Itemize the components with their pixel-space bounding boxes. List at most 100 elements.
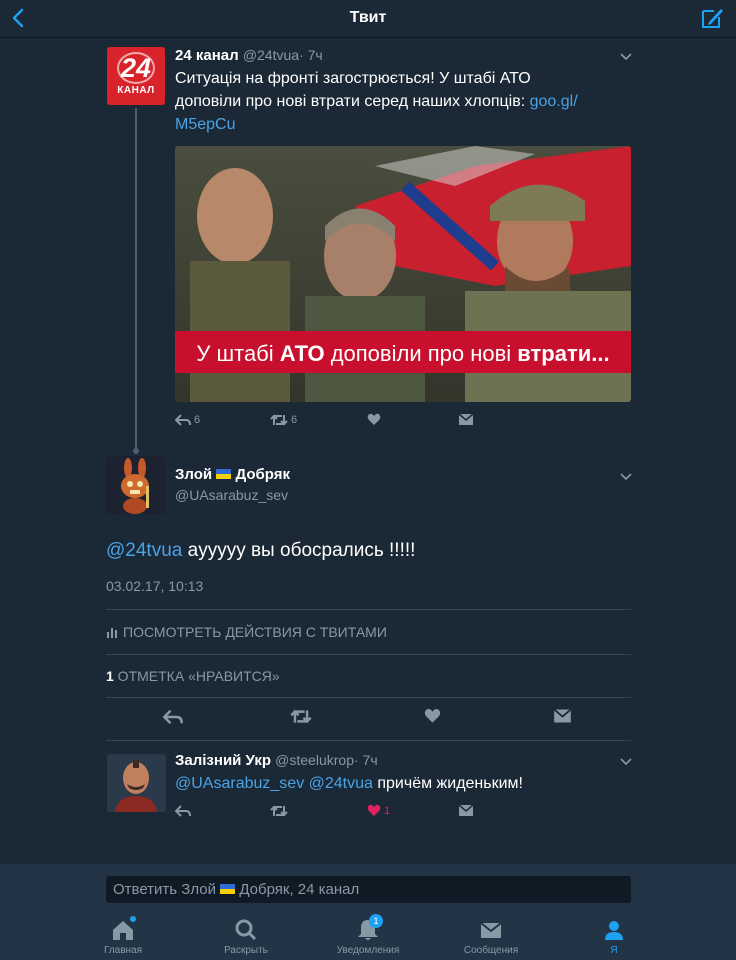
tweet-media-image[interactable]: У штабі АТО доповіли про нові втрати...	[175, 146, 631, 402]
retweet-button[interactable]	[290, 708, 312, 725]
tab-label: Сообщения	[463, 945, 519, 956]
direct-message-button[interactable]	[553, 708, 572, 724]
reply-icon	[175, 414, 191, 426]
tweet-header: 24 канал @24tvua· 7ч	[175, 47, 323, 64]
like-button[interactable]	[367, 413, 381, 426]
view-tweet-activity-link[interactable]: ПОСМОТРЕТЬ ДЕЙСТВИЯ С ТВИТАМИ	[106, 624, 387, 640]
chevron-down-icon[interactable]	[620, 758, 632, 766]
cossack-avatar-illustration	[107, 754, 166, 812]
main-tweet-text: @24tvua ayyyyy вы обосрались !!!!!	[106, 540, 415, 562]
envelope-icon	[458, 413, 474, 425]
retweet-button[interactable]: 6	[270, 413, 297, 427]
reply-button[interactable]	[175, 804, 191, 818]
thread-connector-dot	[133, 448, 139, 454]
reply-count: 6	[194, 414, 201, 426]
like-button[interactable]	[424, 708, 441, 724]
reply-icon	[175, 805, 191, 817]
direct-message-button[interactable]	[458, 804, 474, 817]
banner-text-bold: АТО	[279, 341, 325, 366]
media-banner-text: У штабі АТО доповіли про нові втрати...	[175, 341, 631, 367]
tweet-text-line: доповіли про нові втрати серед наших хло…	[175, 90, 635, 113]
tweet-text-part: доповіли про нові втрати серед наших хло…	[175, 93, 530, 110]
author-handle-row[interactable]: @UAsarabuz_sev	[175, 487, 288, 504]
thread-connector	[135, 108, 137, 451]
like-count: 1	[384, 804, 391, 817]
author-name-row[interactable]: Злой Добряк	[175, 466, 290, 483]
reply-tweet-actions: 1	[175, 804, 495, 824]
home-icon	[110, 916, 136, 942]
compose-tweet-icon[interactable]	[700, 6, 724, 30]
page-title: Твит	[349, 9, 387, 26]
divider	[106, 654, 631, 655]
retweet-icon	[290, 709, 312, 724]
tab-label: Главная	[103, 945, 143, 956]
ukraine-flag-icon	[220, 884, 236, 894]
author-name[interactable]: Залізний Укр	[175, 752, 271, 769]
banner-text-bold: втрати...	[517, 341, 610, 366]
chevron-down-icon[interactable]	[620, 53, 632, 61]
main-tweet-body: ayyyyy вы обосрались !!!!!	[182, 540, 416, 561]
reply-button[interactable]	[163, 708, 183, 726]
avatar-24-kanal[interactable]: 24 КАНАЛ	[107, 47, 165, 105]
author-handle[interactable]: @steelukrop	[275, 752, 354, 768]
tab-label: Раскрыть	[224, 945, 268, 956]
new-content-dot	[130, 916, 136, 922]
tweet-time: · 7ч	[353, 752, 378, 768]
content-end-spacer	[0, 830, 736, 863]
divider	[106, 609, 631, 610]
tweet-link[interactable]: goo.gl/	[530, 93, 578, 110]
logo-label: КАНАЛ	[117, 85, 155, 96]
likes-count: 1	[106, 668, 114, 684]
retweet-icon	[270, 414, 288, 426]
heart-filled-icon	[367, 804, 381, 816]
mention-link[interactable]: @24tvua	[309, 775, 373, 792]
reply-placeholder-text: Добряк, 24 канал	[235, 881, 360, 898]
divider	[106, 740, 631, 741]
chevron-down-icon[interactable]	[620, 473, 632, 481]
likes-summary[interactable]: 1 ОТМЕТКА «НРАВИТСЯ»	[106, 668, 280, 684]
like-button-active[interactable]: 1	[367, 804, 390, 817]
tweet-header: Залізний Укр @steelukrop· 7ч	[175, 752, 378, 769]
tweet-actions: 6 6	[175, 413, 495, 433]
reply-button[interactable]: 6	[175, 413, 200, 427]
tab-messages[interactable]: Сообщения	[446, 918, 536, 956]
notifications-badge: 1	[369, 914, 383, 928]
avatar-steelukrop[interactable]	[107, 754, 166, 812]
reply-tweet-text: @UAsarabuz_sev @24tvua причём жиденьким!	[175, 772, 523, 795]
main-tweet-actions	[163, 708, 583, 728]
tab-home[interactable]: Главная	[78, 916, 168, 956]
author-handle: @UAsarabuz_sev	[175, 487, 289, 503]
retweet-button[interactable]	[270, 804, 288, 818]
nav-bar: Твит	[0, 0, 736, 38]
bar-chart-icon	[107, 628, 117, 638]
heart-icon	[367, 413, 381, 425]
tab-explore[interactable]: Раскрыть	[201, 918, 291, 956]
ukraine-flag-icon	[216, 469, 232, 479]
envelope-icon	[458, 804, 474, 816]
author-name-suffix: Добряк	[235, 466, 290, 483]
envelope-icon	[553, 708, 572, 723]
author-handle[interactable]: @24tvua	[243, 47, 299, 63]
tab-me[interactable]: Я	[569, 918, 659, 956]
mention-link[interactable]: @UAsarabuz_sev	[175, 775, 304, 792]
tab-label: Уведомления	[336, 945, 400, 956]
tweet-text-line: Ситуація на фронті загострюється! У штаб…	[175, 70, 531, 87]
likes-label: ОТМЕТКА «НРАВИТСЯ»	[113, 668, 280, 684]
direct-message-button[interactable]	[458, 413, 474, 426]
rabbit-avatar-illustration	[106, 456, 165, 514]
retweet-icon	[270, 805, 288, 817]
envelope-icon	[478, 918, 504, 942]
logo-number: 24	[120, 53, 152, 83]
tweet-text: Ситуація на фронті загострюється! У штаб…	[175, 67, 635, 136]
tab-notifications[interactable]: 1 Уведомления	[323, 914, 413, 956]
tweet-time: · 7ч	[299, 47, 323, 63]
tab-label: Я	[610, 945, 618, 956]
avatar-zloy-dobryak[interactable]	[106, 456, 165, 514]
tweet-timestamp: 03.02.17, 10:13	[106, 578, 204, 594]
author-name: Злой	[175, 466, 213, 483]
retweet-count: 6	[291, 414, 298, 426]
activity-label: ПОСМОТРЕТЬ ДЕЙСТВИЯ С ТВИТАМИ	[123, 624, 387, 640]
mention-link[interactable]: @24tvua	[106, 540, 182, 561]
author-name[interactable]: 24 канал	[175, 47, 239, 64]
tweet-link[interactable]: M5epCu	[175, 113, 635, 136]
